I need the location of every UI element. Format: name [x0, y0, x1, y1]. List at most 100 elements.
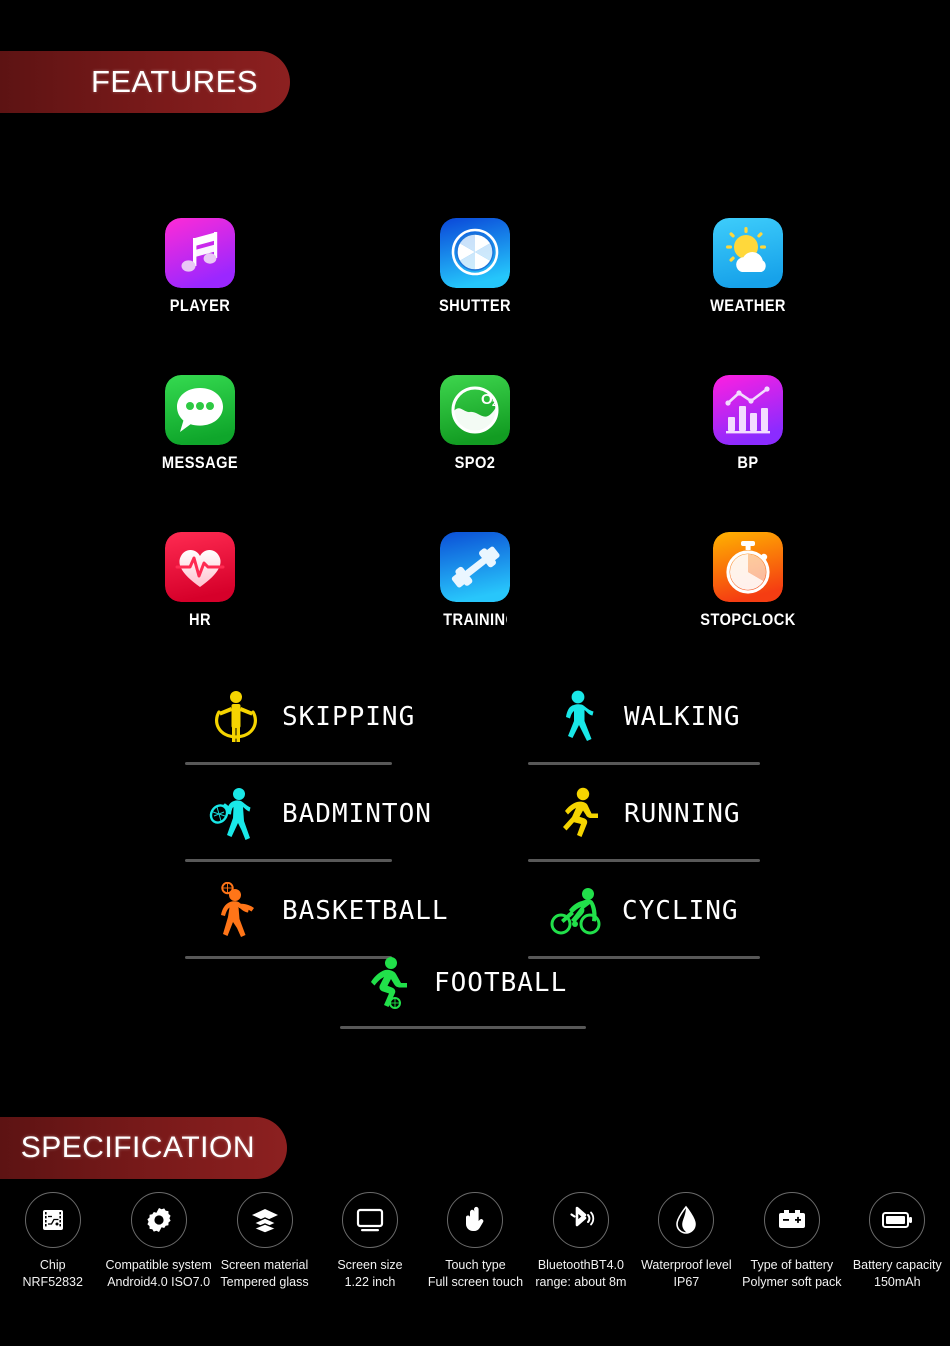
features-banner-title: FEATURES: [90, 64, 258, 99]
spec-item-screen-material: Screen material Tempered glass: [212, 1192, 317, 1302]
battery-icon: [869, 1192, 926, 1248]
product-features-page: FEATURES PLAYER SHUTTER WEATHER MESSAGE …: [0, 0, 950, 1346]
sport-label: FOOTBALL: [434, 968, 568, 998]
svg-text:2: 2: [492, 398, 497, 408]
app-label: TRAINING: [443, 610, 507, 629]
spec-title: Screen size: [337, 1258, 403, 1272]
skipping-rope-icon: [208, 688, 264, 746]
walking-person-icon: [550, 688, 606, 746]
app-label: MESSAGE: [161, 453, 239, 472]
app-cell-spo2[interactable]: O 2 SPO2: [385, 375, 565, 473]
app-cell-shutter[interactable]: SHUTTER: [385, 218, 565, 316]
app-label: BP: [737, 453, 759, 472]
spec-title: BluetoothBT4.0: [537, 1258, 624, 1272]
spec-value: Full screen touch: [427, 1274, 524, 1289]
spec-item-compatible-system: Compatible system Android4.0 ISO7.0: [105, 1192, 212, 1302]
spec-value: IP67: [673, 1274, 700, 1289]
app-cell-stopclock[interactable]: STOPCLOCK: [658, 532, 838, 630]
spec-item-waterproof: Waterproof level IP67: [634, 1192, 739, 1302]
spec-title: Battery capacity: [852, 1258, 942, 1272]
touch-hand-icon: [447, 1192, 504, 1248]
sport-divider: [340, 1026, 586, 1029]
running-person-icon: [550, 785, 606, 843]
basketball-icon: [208, 882, 264, 940]
football-icon: [360, 954, 416, 1012]
specification-strip: Chip NRF52832 Compatible system Android4…: [0, 1192, 950, 1302]
sport-item-football[interactable]: FOOTBALL: [360, 954, 567, 1012]
app-cell-weather[interactable]: WEATHER: [658, 218, 838, 316]
chat-bubble-icon: [165, 375, 235, 445]
app-cell-bp[interactable]: BP: [658, 375, 838, 473]
spec-value: Android4.0 ISO7.0: [107, 1274, 211, 1289]
sport-divider: [185, 859, 392, 862]
spec-value: 1.22 inch: [344, 1274, 396, 1289]
heart-pulse-icon: [165, 532, 235, 602]
sport-item-walking[interactable]: WALKING: [550, 688, 741, 746]
badminton-icon: [208, 785, 264, 843]
spec-item-battery-type: Type of battery Polymer soft pack: [739, 1192, 844, 1302]
dumbbell-icon: [440, 532, 510, 602]
monitor-icon: [341, 1192, 398, 1248]
sport-item-badminton[interactable]: BADMINTON: [208, 785, 432, 843]
sun-cloud-icon: [713, 218, 783, 288]
spec-value: Polymer soft pack: [742, 1274, 842, 1289]
app-label: PLAYER: [169, 296, 231, 315]
spec-title: Compatible system: [105, 1258, 212, 1272]
spec-value: Tempered glass: [220, 1274, 309, 1289]
camera-shutter-icon: [440, 218, 510, 288]
sport-divider: [185, 762, 392, 765]
app-label: SPO2: [454, 453, 496, 472]
specification-banner: SPECIFICATION: [0, 1117, 287, 1179]
bar-chart-icon: [713, 375, 783, 445]
spec-item-chip: Chip NRF52832: [0, 1192, 105, 1302]
music-note-icon: [165, 218, 235, 288]
app-label: SHUTTER: [438, 296, 512, 315]
spec-title: Touch type: [445, 1258, 506, 1272]
app-label: WEATHER: [710, 296, 786, 315]
features-banner: FEATURES: [0, 51, 290, 113]
spec-title: Type of battery: [750, 1258, 834, 1272]
spec-title: Chip: [39, 1258, 66, 1272]
chip-icon: [24, 1192, 81, 1248]
spec-item-touch-type: Touch type Full screen touch: [423, 1192, 528, 1302]
stopwatch-icon: [713, 532, 783, 602]
spec-title: Waterproof level: [641, 1258, 732, 1272]
app-label: STOPCLOCK: [700, 610, 796, 629]
oxygen-drop-icon: O 2: [440, 375, 510, 445]
layers-icon: [236, 1192, 293, 1248]
app-cell-hr[interactable]: HR: [110, 532, 290, 630]
sport-item-cycling[interactable]: CYCLING: [548, 882, 739, 940]
spec-value: range: about 8m: [535, 1274, 627, 1289]
spec-value: NRF52832: [22, 1274, 83, 1289]
app-icon-grid: PLAYER SHUTTER WEATHER MESSAGE O 2 SPO2 …: [0, 218, 950, 689]
app-cell-player[interactable]: PLAYER: [110, 218, 290, 316]
car-battery-icon: [763, 1192, 820, 1248]
app-row: MESSAGE O 2 SPO2 BP: [0, 375, 950, 532]
spec-item-bluetooth: BluetoothBT4.0 range: about 8m: [528, 1192, 633, 1302]
sport-label: SKIPPING: [282, 702, 416, 732]
sport-divider: [528, 762, 760, 765]
app-row: HR TRAININ STOPCLOCK: [0, 532, 950, 689]
gear-icon: [130, 1192, 187, 1248]
sport-item-running[interactable]: RUNNING: [550, 785, 741, 843]
sports-modes-list: SKIPPING WALKING BADMINTON RUNNING BASKE…: [0, 682, 950, 1042]
sport-divider: [528, 859, 760, 862]
sport-label: CYCLING: [622, 896, 739, 926]
app-row: PLAYER SHUTTER WEATHER: [0, 218, 950, 375]
cycling-icon: [548, 882, 604, 940]
sport-label: RUNNING: [624, 799, 741, 829]
specification-banner-title: SPECIFICATION: [20, 1131, 255, 1164]
app-cell-training[interactable]: TRAINING: [385, 532, 565, 630]
app-cell-message[interactable]: MESSAGE: [110, 375, 290, 473]
sport-item-skipping[interactable]: SKIPPING: [208, 688, 415, 746]
water-drop-icon: [658, 1192, 715, 1248]
spec-title: Screen material: [220, 1258, 309, 1272]
spec-item-battery-capacity: Battery capacity 150mAh: [845, 1192, 950, 1302]
bluetooth-icon: [552, 1192, 609, 1248]
sport-label: BADMINTON: [282, 799, 432, 829]
sport-item-basketball[interactable]: BASKETBALL: [208, 882, 449, 940]
sport-label: WALKING: [624, 702, 741, 732]
spec-item-screen-size: Screen size 1.22 inch: [317, 1192, 422, 1302]
sport-label: BASKETBALL: [282, 896, 449, 926]
app-label: HR: [189, 610, 211, 629]
